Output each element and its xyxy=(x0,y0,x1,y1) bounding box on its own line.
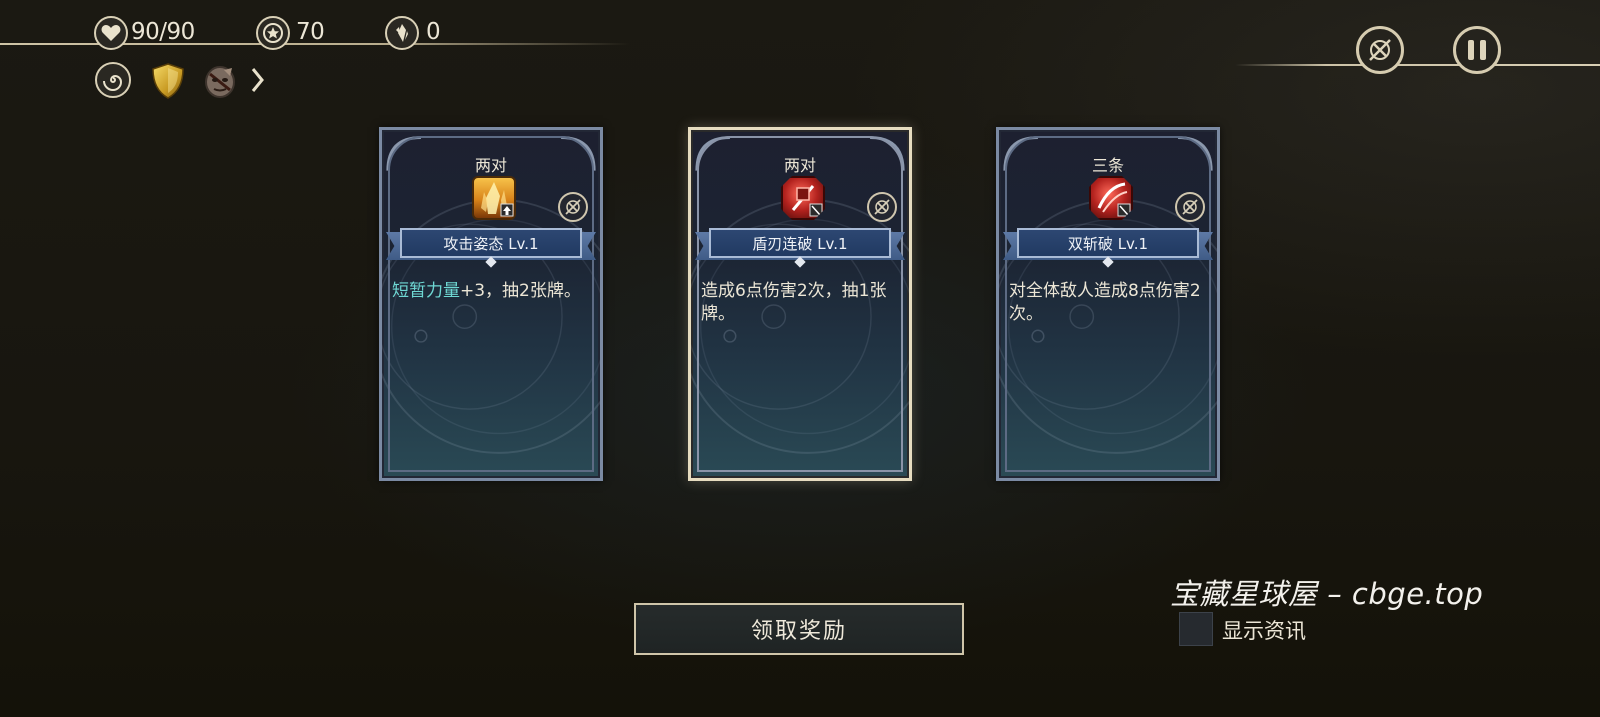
hud-divider-right xyxy=(1235,64,1600,66)
golden-shield-relic-icon[interactable] xyxy=(150,62,186,100)
card-name: 双斩破 Lv.1 xyxy=(1017,228,1199,258)
mask-relic-icon[interactable] xyxy=(202,64,238,100)
card-name-banner: 攻击姿态 Lv.1 xyxy=(386,228,596,268)
card-keyword: 短暂力量 xyxy=(392,281,460,301)
watermark-text: 宝藏星球屋 – cbge.top xyxy=(1170,577,1484,611)
card-description: 短暂力量+3，抽2张牌。 xyxy=(392,280,587,303)
reward-card[interactable]: 两对 盾刃连破 Lv.1 造成6点伤害2次，抽1张牌。 xyxy=(688,127,912,481)
card-name-banner: 盾刃连破 Lv.1 xyxy=(695,228,905,268)
shard-value: 0 xyxy=(426,19,441,45)
card-rank: 两对 xyxy=(783,156,816,175)
coin-value: 70 xyxy=(296,19,325,45)
card-name: 攻击姿态 Lv.1 xyxy=(400,228,582,258)
crossed-swords-circle-icon xyxy=(1175,192,1205,222)
card-description-text: +3，抽2张牌。 xyxy=(460,281,581,301)
coin-icon xyxy=(256,16,290,50)
claim-reward-button[interactable]: 领取奖励 xyxy=(634,603,964,655)
shield-blade-icon xyxy=(781,176,825,220)
card-name-banner: 双斩破 Lv.1 xyxy=(1003,228,1213,268)
card-name: 盾刃连破 Lv.1 xyxy=(709,228,891,258)
card-description-text: 对全体敌人造成8点伤害2次。 xyxy=(1009,281,1201,324)
chevron-right-icon[interactable] xyxy=(250,66,266,94)
pause-icon xyxy=(1468,40,1486,60)
card-description-text: 造成6点伤害2次，抽1张牌。 xyxy=(701,281,887,324)
card-rank: 两对 xyxy=(474,156,507,175)
crossed-swords-circle-icon xyxy=(1365,35,1395,65)
double-slash-icon xyxy=(1089,176,1133,220)
reward-card[interactable]: 两对 攻击姿态 Lv.1 短暂力量+3，抽2张牌。 xyxy=(379,127,603,481)
heart-icon xyxy=(94,16,128,50)
crossed-swords-circle-icon xyxy=(558,192,588,222)
card-rank: 三条 xyxy=(1091,156,1124,175)
pause-button[interactable] xyxy=(1453,26,1501,74)
show-info-label[interactable]: 显示资讯 xyxy=(1222,615,1306,645)
shard-icon xyxy=(385,16,419,50)
card-description: 对全体敌人造成8点伤害2次。 xyxy=(1009,280,1204,326)
reward-card[interactable]: 三条 双斩破 Lv.1 对全体敌人造成8点伤害2次。 xyxy=(996,127,1220,481)
flame-crystal-icon xyxy=(472,176,516,220)
crossed-swords-circle-icon xyxy=(867,192,897,222)
game-screen: 90/90 70 0 两对 攻击姿态 Lv.1 短暂力量+3，抽2张牌。 两对 … xyxy=(0,0,1600,717)
show-info-checkbox[interactable] xyxy=(1179,612,1213,646)
hp-value: 90/90 xyxy=(131,19,195,45)
deck-view-button[interactable] xyxy=(1356,26,1404,74)
card-description: 造成6点伤害2次，抽1张牌。 xyxy=(701,280,896,326)
spiral-relic-icon[interactable] xyxy=(95,62,131,98)
